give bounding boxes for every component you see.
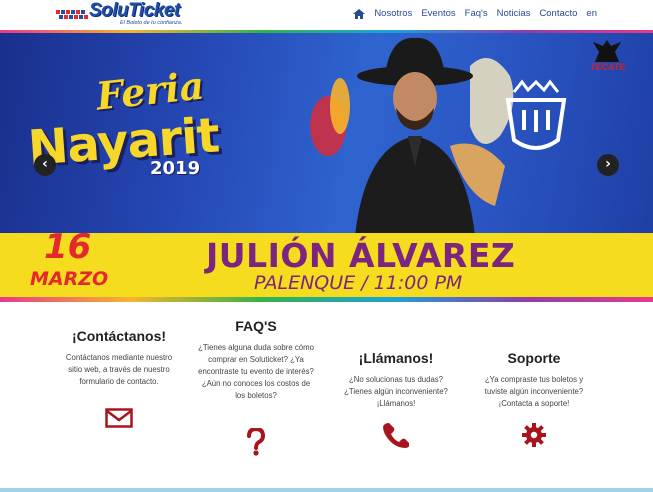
jaj-emblem-icon [505, 79, 567, 150]
nav-language-en[interactable]: en [586, 8, 597, 19]
card-title: FAQ'S [235, 318, 277, 334]
event-date-day: 16 [44, 227, 92, 267]
envelope-icon[interactable] [105, 408, 133, 433]
event-artist-name: JULIÓN ÁLVAREZ [206, 236, 516, 275]
hero-bottom-stripe [0, 297, 653, 302]
card-text: ¿No solucionas tus dudas? ¿Tienes algún … [344, 375, 448, 408]
event-year: 2019 [150, 158, 201, 179]
card-faqs: FAQ'S ¿Tienes alguna duda sobre cómo com… [186, 318, 326, 456]
nav-eventos[interactable]: Eventos [421, 8, 455, 19]
question-icon[interactable] [246, 426, 266, 461]
carousel-prev-button[interactable]: ‹ [34, 154, 56, 176]
hero-carousel[interactable]: Feria Nayarit 2019 TECATE ‹ › 16 MARZO J… [0, 30, 653, 302]
nav-faqs[interactable]: Faq's [465, 8, 488, 19]
tecate-sponsor-name: TECATE [590, 62, 626, 72]
card-text: Contáctanos mediante nuestro sitio web, … [65, 353, 173, 386]
event-date-month: MARZO [30, 268, 109, 290]
card-title: Soporte [507, 350, 561, 366]
tecate-sponsor-logo: TECATE [590, 38, 626, 74]
soluticket-logo[interactable]: SoluTicket El Boleto de tu confianza. [56, 0, 202, 28]
card-text: ¿Tienes alguna duda sobre cómo comprar e… [198, 343, 314, 400]
card-soporte: Soporte ¿Ya compraste tus boletos y tuvi… [464, 318, 604, 447]
main-nav: Nosotros Eventos Faq's Noticias Contacto… [353, 8, 597, 19]
card-text: ¿Ya compraste tus boletos y tuviste algú… [484, 375, 584, 408]
nav-contacto[interactable]: Contacto [539, 8, 577, 19]
logo-brand-name: SoluTicket [89, 0, 180, 21]
gear-icon[interactable] [521, 422, 547, 453]
card-title: ¡Contáctanos! [71, 328, 167, 344]
event-venue-time: PALENQUE / 11:00 PM [254, 272, 463, 294]
nav-noticias[interactable]: Noticias [497, 8, 531, 19]
phone-icon[interactable] [383, 422, 410, 453]
card-title: ¡Llámanos! [358, 350, 434, 366]
home-icon[interactable] [353, 8, 366, 19]
info-cards: ¡Contáctanos! Contáctanos mediante nuest… [46, 318, 606, 468]
carousel-next-button[interactable]: › [597, 154, 619, 176]
card-llamanos: ¡Llámanos! ¿No solucionas tus dudas? ¿Ti… [326, 318, 466, 448]
card-contactanos: ¡Contáctanos! Contáctanos mediante nuest… [49, 318, 189, 428]
logo-dots-icon [56, 8, 90, 22]
nav-nosotros[interactable]: Nosotros [374, 8, 412, 19]
eagle-icon [593, 40, 621, 62]
navbar: SoluTicket El Boleto de tu confianza. No… [0, 0, 653, 30]
hero-top-stripe [0, 30, 653, 33]
footer-divider [0, 488, 653, 492]
logo-tagline: El Boleto de tu confianza. [120, 20, 183, 26]
